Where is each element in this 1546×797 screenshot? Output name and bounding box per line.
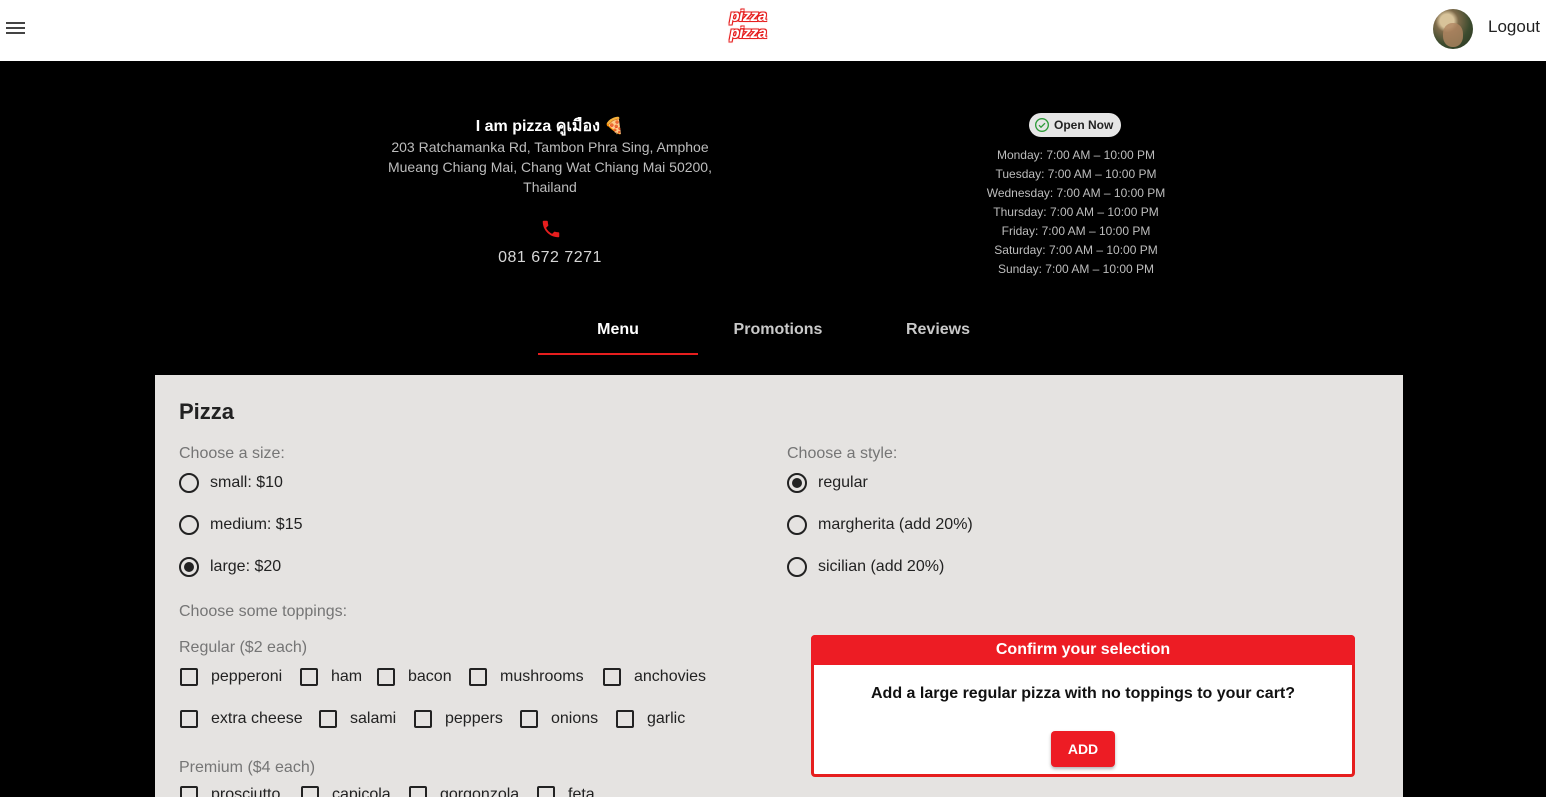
checkbox[interactable] [180, 786, 198, 797]
topping-label: extra cheese [211, 710, 303, 727]
size-option-small[interactable]: small: $10 [179, 473, 283, 493]
checkbox[interactable] [469, 668, 487, 686]
hours-tuesday: Tuesday: 7:00 AM – 10:00 PM [995, 167, 1157, 181]
radio-button[interactable] [787, 557, 807, 577]
style-option-label: regular [818, 474, 868, 491]
style-option-label: sicilian (add 20%) [818, 558, 945, 575]
open-status-badge: Open Now [1029, 113, 1122, 137]
hamburger-menu-icon[interactable] [6, 20, 28, 38]
checkbox[interactable] [180, 668, 198, 686]
topping-label: gorgonzola [440, 786, 520, 797]
hours-friday: Friday: 7:00 AM – 10:00 PM [1001, 224, 1151, 238]
topping-label: feta [568, 786, 595, 797]
topping-label: bacon [408, 668, 452, 685]
topping-pepperoni[interactable]: pepperoni [180, 668, 282, 686]
checkbox[interactable] [520, 710, 538, 728]
size-option-label: small: $10 [210, 474, 283, 491]
add-to-cart-button[interactable]: ADD [1051, 731, 1115, 767]
topping-anchovies[interactable]: anchovies [603, 668, 706, 686]
topping-label: peppers [445, 710, 503, 727]
radio-button-selected[interactable] [787, 473, 807, 493]
logo-word-top: pizza [729, 8, 767, 25]
topping-capicola[interactable]: capicola [301, 786, 391, 797]
topping-mushrooms[interactable]: mushrooms [469, 668, 584, 686]
menu-card: Pizza Choose a size: small: $10 medium: … [155, 375, 1403, 797]
checkbox[interactable] [409, 786, 427, 797]
regular-toppings-label: Regular ($2 each) [179, 639, 308, 656]
radio-button[interactable] [179, 473, 199, 493]
checkbox[interactable] [414, 710, 432, 728]
topping-peppers[interactable]: peppers [414, 710, 503, 728]
style-option-regular[interactable]: regular [787, 473, 868, 493]
topping-feta[interactable]: feta [537, 786, 595, 797]
topping-garlic[interactable]: garlic [616, 710, 685, 728]
topping-ham[interactable]: ham [300, 668, 362, 686]
premium-toppings-label: Premium ($4 each) [179, 759, 316, 776]
hours-sunday: Sunday: 7:00 AM – 10:00 PM [997, 262, 1155, 276]
size-option-large[interactable]: large: $20 [179, 557, 281, 577]
topping-onions[interactable]: onions [520, 710, 598, 728]
radio-button[interactable] [179, 515, 199, 535]
checkbox[interactable] [319, 710, 337, 728]
pizza-logo[interactable]: pizza pizza [724, 8, 772, 46]
tab-bar: Menu Promotions Reviews [538, 310, 1018, 355]
topping-label: salami [350, 710, 397, 727]
hours-thursday: Thursday: 7:00 AM – 10:00 PM [993, 205, 1159, 219]
confirm-selection-panel: Confirm your selection Add a large regul… [811, 635, 1355, 777]
topping-gorgonzola[interactable]: gorgonzola [409, 786, 519, 797]
check-circle-icon [1035, 118, 1049, 132]
topping-label: ham [331, 668, 363, 685]
topping-label: onions [551, 710, 599, 727]
logout-button[interactable]: Logout [1488, 17, 1540, 37]
checkbox[interactable] [301, 786, 319, 797]
size-option-medium[interactable]: medium: $15 [179, 515, 303, 535]
opening-hours-list: Monday: 7:00 AM – 10:00 PM Tuesday: 7:00… [966, 146, 1186, 279]
checkbox[interactable] [603, 668, 621, 686]
phone-icon[interactable] [540, 218, 562, 240]
checkbox[interactable] [616, 710, 634, 728]
radio-button[interactable] [787, 515, 807, 535]
topping-label: prosciutto [211, 786, 281, 797]
checkbox[interactable] [537, 786, 555, 797]
topping-bacon[interactable]: bacon [377, 668, 452, 686]
topping-label: garlic [647, 710, 686, 727]
size-option-label: medium: $15 [210, 516, 303, 533]
checkbox[interactable] [180, 710, 198, 728]
avatar[interactable] [1433, 9, 1473, 49]
toppings-label: Choose some toppings: [179, 603, 348, 620]
confirm-title: Confirm your selection [811, 635, 1355, 665]
style-option-label: margherita (add 20%) [818, 516, 973, 533]
style-option-margherita[interactable]: margherita (add 20%) [787, 515, 973, 535]
app-bar: pizza pizza Logout [0, 0, 1546, 61]
store-name: I am pizza คูเมือง 🍕 [475, 118, 625, 135]
topping-extra-cheese[interactable]: extra cheese [180, 710, 303, 728]
topping-label: pepperoni [211, 668, 283, 685]
hours-wednesday: Wednesday: 7:00 AM – 10:00 PM [986, 186, 1166, 200]
hours-saturday: Saturday: 7:00 AM – 10:00 PM [994, 243, 1158, 257]
tab-menu[interactable]: Menu [538, 310, 698, 355]
size-option-label: large: $20 [210, 558, 282, 575]
style-label: Choose a style: [787, 445, 898, 462]
topping-label: mushrooms [500, 668, 584, 685]
phone-number[interactable]: 081 672 7271 [450, 249, 650, 267]
open-status-text: Open Now [1054, 118, 1114, 132]
tab-promotions[interactable]: Promotions [698, 310, 858, 355]
size-label: Choose a size: [179, 445, 285, 462]
section-title: Pizza [179, 399, 235, 424]
topping-prosciutto[interactable]: prosciutto [180, 786, 280, 797]
style-option-sicilian[interactable]: sicilian (add 20%) [787, 557, 944, 577]
logo-word-bottom: pizza [729, 25, 767, 42]
radio-button-selected[interactable] [179, 557, 199, 577]
hours-monday: Monday: 7:00 AM – 10:00 PM [996, 148, 1156, 162]
topping-salami[interactable]: salami [319, 710, 396, 728]
tab-reviews[interactable]: Reviews [858, 310, 1018, 355]
checkbox[interactable] [300, 668, 318, 686]
confirm-message: Add a large regular pizza with no toppin… [870, 685, 1296, 702]
topping-label: capicola [332, 786, 391, 797]
store-address: 203 Ratchamanka Rd, Tambon Phra Sing, Am… [387, 139, 712, 195]
checkbox[interactable] [377, 668, 395, 686]
topping-label: anchovies [634, 668, 707, 685]
